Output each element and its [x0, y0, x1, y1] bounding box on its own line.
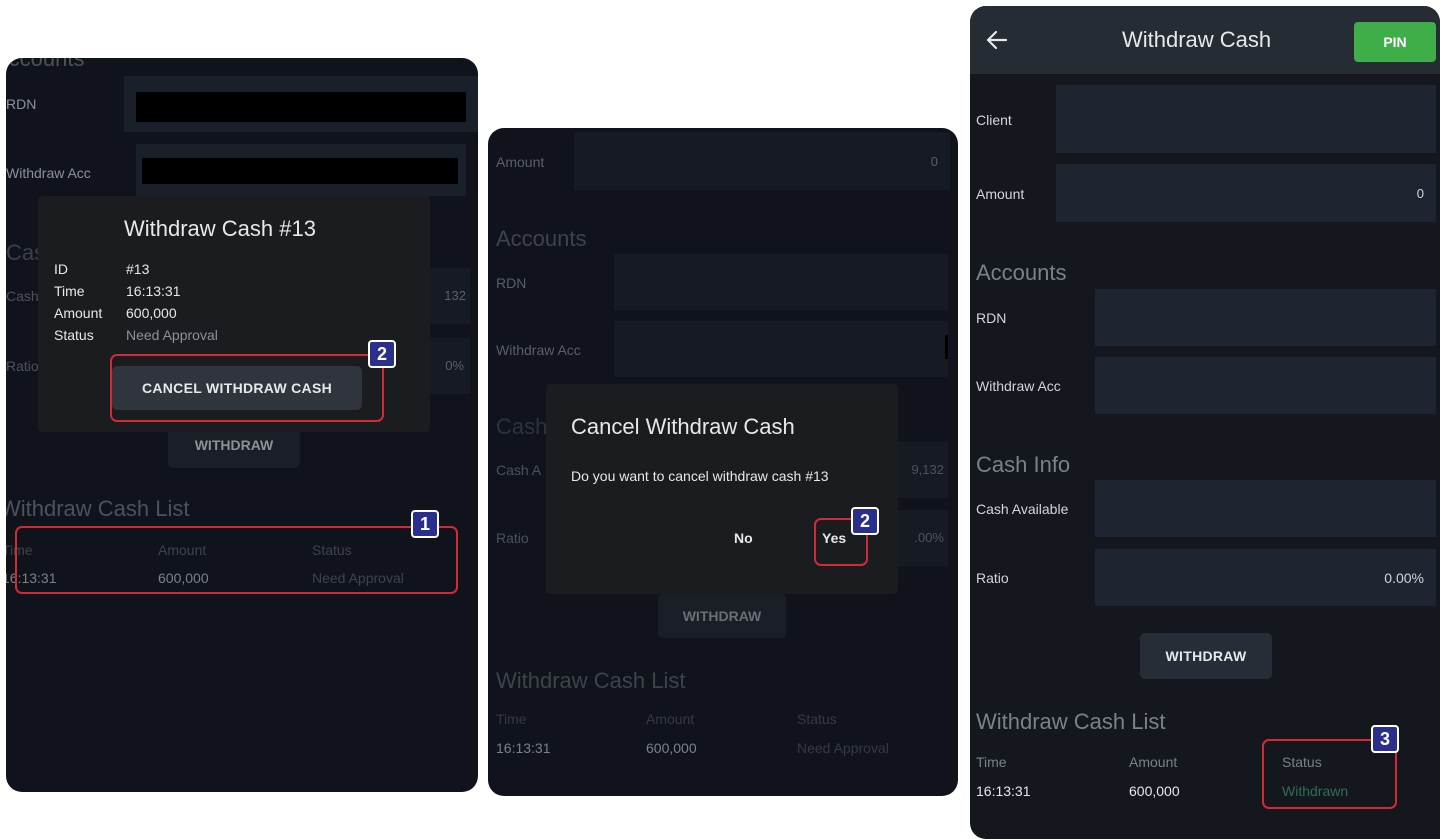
cash-field-dim: 9,132	[898, 442, 948, 498]
back-arrow-icon[interactable]	[984, 27, 1010, 53]
cash-heading-partial: Cash	[496, 414, 548, 439]
accounts-heading: Accounts	[496, 226, 587, 251]
list-col-time: Time	[496, 711, 527, 727]
screen-cancel-confirm: Amount 0 Accounts RDN Withdraw Acc Cash …	[488, 128, 958, 796]
ratio-value: 0.00%	[1384, 570, 1424, 586]
step-badge-1: 1	[411, 510, 439, 538]
ratio-field-dim: 0%	[430, 338, 470, 394]
step-badge-2: 2	[851, 507, 879, 535]
list-heading: Withdraw Cash List	[976, 709, 1166, 734]
cash-info-heading: Cash Info	[976, 452, 1071, 477]
dialog-value-time: 16:13:31	[126, 283, 181, 299]
dialog-key-id: ID	[54, 261, 68, 277]
highlight-list-row	[15, 526, 458, 594]
step-badge-2: 2	[368, 340, 396, 368]
accounts-heading: Accounts	[6, 58, 85, 71]
ratio-value-partial: .00%	[914, 530, 944, 545]
pin-button[interactable]: PIN	[1354, 22, 1436, 62]
list-row-time[interactable]: 16:13:31	[976, 783, 1031, 799]
amount-label: Amount	[976, 186, 1025, 202]
rdn-field[interactable]	[614, 254, 948, 310]
highlight-cancel-button	[110, 354, 384, 422]
amount-field[interactable]: 0	[574, 132, 950, 190]
ratio-label-partial: Ratio	[6, 358, 39, 374]
cash-value-partial: 9,132	[911, 462, 944, 477]
ratio-field-dim: .00%	[898, 510, 948, 566]
amount-value: 0	[930, 154, 938, 169]
rdn-field[interactable]	[124, 76, 478, 132]
list-col-amount: Amount	[646, 711, 695, 727]
withdraw-acc-label: Withdraw Acc	[6, 165, 91, 181]
cash-value-partial: 132	[444, 288, 466, 303]
dialog-key-time: Time	[54, 283, 85, 299]
app-header: Withdraw Cash PIN	[970, 6, 1440, 74]
list-heading: Withdraw Cash List	[496, 668, 686, 693]
accounts-heading: Accounts	[976, 260, 1067, 285]
dialog-keys: ID Time Amount Status	[54, 258, 102, 346]
confirm-dialog-title: Cancel Withdraw Cash	[571, 414, 795, 439]
step-badge-3: 3	[1371, 725, 1399, 753]
ratio-label: Ratio	[976, 570, 1009, 586]
rdn-redaction	[136, 92, 466, 122]
list-col-amount: Amount	[1129, 754, 1178, 770]
cash-available-field[interactable]	[1095, 480, 1436, 537]
cash-label-partial: Cash	[6, 288, 39, 304]
withdraw-acc-label: Withdraw Acc	[496, 342, 581, 358]
list-row-status[interactable]: Need Approval	[797, 740, 889, 756]
rdn-label: RDN	[496, 275, 527, 291]
list-heading: Withdraw Cash List	[6, 496, 190, 521]
withdraw-acc-field[interactable]	[136, 144, 466, 196]
cash-label-partial: Cash A	[496, 462, 542, 478]
client-label: Client	[976, 112, 1012, 128]
dialog-title: Withdraw Cash #13	[124, 216, 316, 241]
withdraw-acc-field[interactable]	[1095, 357, 1436, 414]
ratio-label: Ratio	[496, 530, 529, 546]
ratio-field[interactable]: 0.00%	[1095, 549, 1436, 606]
rdn-label: RDN	[976, 310, 1007, 326]
amount-label: Amount	[496, 154, 545, 170]
withdraw-button[interactable]: WITHDRAW	[1140, 633, 1272, 679]
dialog-values: #13 16:13:31 600,000 Need Approval	[126, 258, 218, 346]
dialog-value-amount: 600,000	[126, 305, 177, 321]
withdraw-acc-cursor	[945, 335, 948, 359]
withdraw-button[interactable]: WITHDRAW	[658, 594, 786, 638]
dialog-key-status: Status	[54, 327, 94, 343]
amount-field[interactable]: 0	[1056, 164, 1436, 222]
list-row-time[interactable]: 16:13:31	[496, 740, 551, 756]
rdn-label: RDN	[6, 96, 37, 112]
dialog-value-id: #13	[126, 261, 150, 277]
cash-available-label: Cash Available	[976, 501, 1069, 517]
dialog-key-amount: Amount	[54, 305, 103, 321]
list-row-amount[interactable]: 600,000	[1129, 783, 1180, 799]
amount-value: 0	[1416, 186, 1424, 201]
list-col-time: Time	[976, 754, 1007, 770]
client-field[interactable]	[1056, 85, 1436, 153]
header-title: Withdraw Cash	[1122, 27, 1272, 52]
rdn-field[interactable]	[1095, 289, 1436, 346]
confirm-dialog-message: Do you want to cancel withdraw cash #13	[571, 468, 829, 484]
list-row-amount[interactable]: 600,000	[646, 740, 697, 756]
withdraw-acc-label: Withdraw Acc	[976, 378, 1061, 394]
dialog-value-status: Need Approval	[126, 327, 218, 343]
no-button[interactable]: No	[734, 530, 753, 546]
cash-field-dim: 132	[430, 268, 470, 324]
ratio-value-partial: 0%	[445, 358, 464, 373]
withdraw-acc-field[interactable]	[614, 321, 948, 377]
withdraw-acc-redaction	[142, 158, 458, 184]
list-col-status: Status	[797, 711, 837, 727]
screen-withdraw-detail: Accounts RDN Withdraw Acc Cas Cash Ratio…	[6, 58, 478, 792]
screen-withdraw-cash: Withdraw Cash PIN Client Amount 0 Accoun…	[970, 6, 1440, 839]
